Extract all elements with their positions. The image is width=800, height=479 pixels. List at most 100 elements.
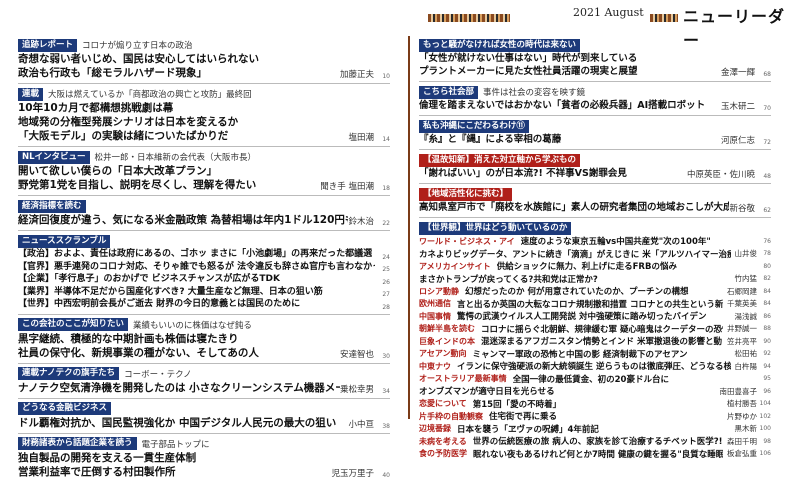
world-item[interactable]: アセアン動向 ミャンマー軍政の恐怖と中国の影 経済制裁下のアセアン 松田祐 92	[419, 348, 771, 361]
divider	[18, 397, 390, 399]
news-category: 【企業】	[18, 274, 55, 284]
world-item[interactable]: ロシア動静 幻想だったのか 何が用意されていたのか、プーチンの構想 石郷岡建 84	[419, 285, 771, 298]
byline: 児玉万里子 40	[331, 467, 390, 479]
author: 松田祐	[734, 349, 758, 359]
article-section[interactable]: 私も沖縄にこだわるわけ⑪ 『糸』と『縄』による宰相の葛藤 河原仁志 72	[419, 119, 771, 146]
world-item[interactable]: まさかトランプが戻ってくる?共和党は正常か? 竹内猛 82	[419, 273, 771, 286]
world-item[interactable]: 片手枠の自動観察 住宅街で再に乗る 片野ゆか 102	[419, 410, 771, 423]
article-section[interactable]: 経済指標を読む 経済回復度が違う、気になる米金融政策 為替相場は年内1ドル120円…	[18, 199, 390, 227]
headline[interactable]: 「謝ればいい」のが日本流?! 不祥事VS謝罪会見	[419, 167, 627, 180]
headline-row: プラントメーカーに見た女性社員活躍の現実と展望 金澤一輝 68	[419, 65, 771, 78]
article-section[interactable]: 財務諸表から話題企業を読う 電子部品トップに 独自製品の開発を支える一貫生産体制 営業…	[18, 437, 390, 479]
header-decoration-mid	[650, 14, 678, 22]
news-item[interactable]: 【官界】悪手連発のコロナ対応、そりゃ誰でも怒るが 法令違反も辞さぬ官庁も言わなか…	[18, 261, 390, 274]
world-item[interactable]: 辺境番録 日本を襲う「ヱヴァの呪縛」4年前記 黒木新 100	[419, 423, 771, 436]
headline[interactable]: 開いて欲しい僕らの「日本大改革プラン」	[18, 164, 217, 178]
article-section[interactable]: もっと騒がなければ女性の時代は来ない 「女性が就けない仕事はない」時代が到来してい…	[419, 38, 771, 78]
headline[interactable]: 高知県室戸市で「廃校を水族館に」素人の研究者集団の地域おこしが大成功!	[419, 201, 729, 214]
headline[interactable]: 奇想な弱い者いじめ、国民は安心してはいられない	[18, 52, 259, 66]
world-item[interactable]: オンブズマンが適守日目を光らせる 南田豊喜子 96	[419, 385, 771, 398]
item-label: 未病を考える	[419, 436, 467, 446]
page-number: 28	[382, 303, 390, 311]
article-section[interactable]: NLインタビュー 松井一郎・日本維新の会代表（大阪市長） 開いて欲しい僕らの「日本大…	[18, 150, 390, 192]
left-column: 追跡レポート コロナが煽り立す日本の政治 奇想な弱い者いじめ、国民は安心してはいられ…	[18, 38, 390, 479]
world-item[interactable]: 巨象インドの本混迷深まるアフガニスタン情勢とインド 米軍撤退後の影響と動きを読む…	[419, 335, 771, 348]
world-item[interactable]: ワールド・ビジネス・アイ 速度のような東京五輪vs中国共産党"次の100年" 76	[419, 235, 771, 248]
item-label: 辺境番録	[419, 424, 451, 434]
article-section[interactable]: 【地域活性化に挑む】 高知県室戸市で「廃校を水族館に」素人の研究者集団の地域おこし…	[419, 187, 771, 214]
news-category: 【官界】	[18, 261, 55, 272]
news-item[interactable]: 【世界】中西宏明前会長がご逝去 財界の今日的意義とは国民のために 28	[18, 298, 390, 311]
news-item[interactable]: 【企業】「孝行息子」のおかげで ビジネスチャンスが広がるTDK 26	[18, 273, 390, 286]
headline[interactable]: 黒字継続、積極的な中期計画も株価は寝たきり	[18, 332, 239, 346]
article-section[interactable]: 【温故知新】消えた対立軸から学ぶもの 「謝ればいい」のが日本流?! 不祥事VS謝罪…	[419, 153, 771, 180]
byline: 新谷敬 62	[729, 202, 771, 214]
headline[interactable]: 「大阪モデル」の実験は緒についたばかりだ	[18, 129, 228, 143]
headline[interactable]: 政治も行政も「総モラルハザード現象」	[18, 66, 207, 80]
section-header: 【温故知新】消えた対立軸から学ぶもの	[419, 153, 771, 167]
headline[interactable]: 地域発の分権型発展シナリオは日本を変えるか	[18, 115, 238, 129]
page-number: 26	[382, 278, 390, 286]
divider	[419, 183, 771, 184]
headline[interactable]: 倫理を踏まえないではおかない「貧者の必殺兵器」AI搭載ロボット	[419, 99, 705, 112]
item-label: 食の予防医学	[419, 449, 467, 459]
item-title: 日本を襲う「ヱヴァの呪縛」4年前記	[457, 424, 599, 435]
article-section[interactable]: 連載ナノテクの旗手たち コーボー・テクノ ナノテク空気清浄機を開発したのは 小さなク…	[18, 367, 390, 395]
headline[interactable]: 経済回復度が違う、気になる米金融政策 為替相場は年内1ドル120円も	[18, 213, 348, 227]
world-item[interactable]: 中国事情 驚愕の武漢ウイルス人工開発説 対中強硬策に踏み切ったバイデン 湯浅誠 86	[419, 310, 771, 323]
article-section[interactable]: こちら社会部 事件は社会の変容を映す鏡 倫理を踏まえないではおかない「貧者の必殺兵器…	[419, 85, 771, 112]
section-header: 連載 大阪は燃えているか「商都政治の興亡と攻防」最終回	[18, 87, 390, 101]
world-item[interactable]: アメリカインサイト 供給ショックに無力、利上げに走るFRBの悩み 80	[419, 260, 771, 273]
world-item[interactable]: 恋愛について 第15回「愛の不時着」 植村勝吾 104	[419, 398, 771, 411]
headline[interactable]: 野党第1党を目指し、説明を尽くし、理解を得たい	[18, 178, 256, 192]
headline[interactable]: 社員の保守化、新規事業の種がない、そしてあの人	[18, 346, 259, 360]
headline[interactable]: ドル覇権対抗か、国民監視強化か 中国デジタル人民元の最大の狙い	[18, 416, 336, 430]
world-section-header: 【世界観】世界はどう動いているのか	[419, 221, 771, 235]
headline-row: 営業利益率で圧倒する村田製作所 児玉万里子 40	[18, 465, 390, 479]
headline[interactable]: 10年10カ月で都構想挑戦劇は幕	[18, 101, 173, 115]
byline: 金澤一輝 68	[721, 66, 771, 78]
item-label: ロシア動静	[419, 286, 459, 296]
article-section[interactable]: この会社のここが知りたい 業績もいいのに株価はなぜ鈍る 黒字継続、積極的な中期計画も…	[18, 318, 390, 360]
divider	[18, 432, 390, 434]
author: 白杵陽	[734, 361, 758, 371]
divider	[419, 81, 771, 82]
world-item[interactable]: カネよりビッグデータ、アントに続き「滴滴」がえじきに 米「アルツハイマー治療薬」…	[419, 248, 771, 261]
article-section[interactable]: どうなる金融ビジネス ドル覇権対抗か、国民監視強化か 中国デジタル人民元の最大の狙…	[18, 402, 390, 430]
world-item[interactable]: 食の予防医学 眠れない夜もあるけれど何とか7時間 健康の鍵を握る"良質な睡眠" 板倉…	[419, 448, 771, 461]
byline: 加藤正夫 10	[340, 68, 390, 80]
author: 山井俊	[734, 249, 758, 259]
headline[interactable]: 「女性が就けない仕事はない」時代が到来している	[419, 52, 637, 65]
headline[interactable]: 『糸』と『縄』による宰相の葛藤	[419, 133, 561, 146]
article-section[interactable]: 追跡レポート コロナが煽り立す日本の政治 奇想な弱い者いじめ、国民は安心してはいられ…	[18, 38, 390, 80]
item-title: 全国一律の最低賃金、初の20豪ドル台に	[512, 374, 669, 385]
divider	[18, 83, 390, 84]
section-tag: 追跡レポート	[18, 38, 78, 52]
article-section[interactable]: 連載 大阪は燃えているか「商都政治の興亡と攻防」最終回 10年10カ月で都構想挑戦劇…	[18, 87, 390, 143]
item-label: 中東ナウ	[419, 361, 451, 371]
headline[interactable]: ナノテク空気清浄機を開発したのは 小さなクリーンシステム機器メーカー	[18, 381, 340, 395]
item-title: 速度のような東京五輪vs中国共産党"次の100年"	[520, 237, 711, 248]
world-item[interactable]: 中東ナウ イランに保守強硬派の新大統領誕生 逆らうものは徹底弾圧、どうなる核合意白…	[419, 360, 771, 373]
item-title: オンブズマンが適守日目を光らせる	[419, 387, 555, 398]
world-item[interactable]: 朝鮮半島を読む コロナに揺らぐ北朝鮮、規律緩む軍 疑心暗鬼はクーデターの恐怖へ 井野…	[419, 323, 771, 336]
headline[interactable]: 独自製品の開発を支える一貫生産体制	[18, 451, 196, 465]
headline[interactable]: プラントメーカーに見た女性社員活躍の現実と展望	[419, 65, 638, 78]
news-item[interactable]: 【政治】およよ、責任は政府にあるの、ゴホッ まさに「小池劇場」の再来だった都議選…	[18, 248, 390, 261]
item-title: 驚愕の武漢ウイルス人工開発説 対中強硬策に踏み切ったバイデン	[457, 312, 707, 323]
item-title: 住宅街で再に乗る	[489, 412, 558, 423]
headline-row: 倫理を踏まえないではおかない「貧者の必殺兵器」AI搭載ロボット 玉木研二 70	[419, 99, 771, 112]
page-number: 40	[382, 471, 390, 479]
page-number: 18	[382, 185, 390, 192]
world-item[interactable]: 未病を考える 世界の伝統医療の旅 病人の、家族を診て治療するチベット医学?! 森田千…	[419, 435, 771, 448]
item-label: 巨象インドの本	[419, 336, 475, 346]
headline[interactable]: 営業利益率で圧倒する村田製作所	[18, 465, 176, 479]
news-text: 半導体不足だから国産化すべき? 大量生産など無理、日本の狙い筋	[54, 286, 323, 297]
divider	[18, 362, 390, 364]
section-tag: 【温故知新】消えた対立軸から学ぶもの	[419, 153, 581, 167]
news-item[interactable]: 【業界】半導体不足だから国産化すべき? 大量生産など無理、日本の狙い筋 27	[18, 286, 390, 299]
article-section[interactable]: ニューススクランブル 【政治】およよ、責任は政府にあるの、ゴホッ まさに「小池劇場…	[18, 234, 390, 311]
world-item[interactable]: 欧州通信言と出るか英国の大転なコロナ規制撤和措置 コロナとの共生という新国際での…	[419, 298, 771, 311]
world-item[interactable]: オーストラリア最新事情 全国一律の最低賃金、初の20豪ドル台に 95	[419, 373, 771, 386]
item-label: アセアン動向	[419, 349, 467, 359]
